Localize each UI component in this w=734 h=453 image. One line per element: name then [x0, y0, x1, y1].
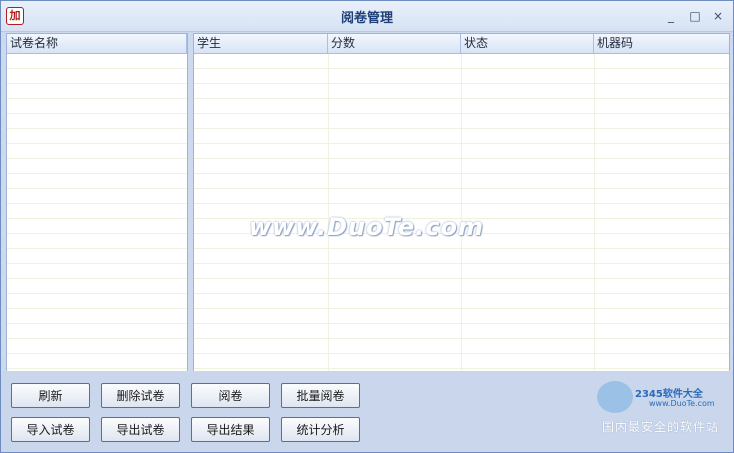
column-divider: [594, 54, 595, 372]
logo-brand: 2345软件大全: [635, 389, 703, 400]
logo-url: www.DuoTe.com: [649, 399, 715, 408]
column-header-student[interactable]: 学生: [194, 34, 328, 53]
window-title: 阅卷管理: [340, 11, 393, 26]
app-window: 加 阅卷管理 _ □ × 试卷名称 学生 分数 状态 机器码 刷新 删除试卷 阅…: [0, 0, 734, 453]
column-header-score[interactable]: 分数: [328, 34, 461, 53]
paper-list-rows[interactable]: [7, 54, 187, 372]
column-header-paper-name[interactable]: 试卷名称: [7, 34, 187, 53]
paper-list-header: 试卷名称: [7, 34, 187, 54]
export-result-button[interactable]: 导出结果: [191, 417, 270, 442]
logo-slogan: 国内最安全的软件站: [602, 420, 720, 434]
import-paper-button[interactable]: 导入试卷: [11, 417, 90, 442]
mascot-logo-icon: [597, 381, 633, 413]
refresh-button[interactable]: 刷新: [11, 383, 90, 408]
batch-grade-button[interactable]: 批量阅卷: [281, 383, 360, 408]
watermark-text: www.DuoTe.com: [249, 213, 484, 241]
maximize-icon[interactable]: □: [687, 8, 703, 24]
grade-button[interactable]: 阅卷: [191, 383, 270, 408]
column-header-machine-code[interactable]: 机器码: [594, 34, 729, 53]
delete-paper-button[interactable]: 删除试卷: [101, 383, 180, 408]
main-content: 试卷名称 学生 分数 状态 机器码: [6, 33, 730, 373]
export-paper-button[interactable]: 导出试卷: [101, 417, 180, 442]
column-header-status[interactable]: 状态: [461, 34, 594, 53]
student-table-header: 学生 分数 状态 机器码: [194, 34, 729, 54]
minimize-icon[interactable]: _: [663, 8, 679, 24]
close-icon[interactable]: ×: [710, 8, 726, 24]
statistics-button[interactable]: 统计分析: [281, 417, 360, 442]
title-bar: 加 阅卷管理 _ □ ×: [1, 1, 733, 32]
paper-list[interactable]: 试卷名称: [6, 33, 188, 373]
student-table[interactable]: 学生 分数 状态 机器码: [193, 33, 730, 373]
